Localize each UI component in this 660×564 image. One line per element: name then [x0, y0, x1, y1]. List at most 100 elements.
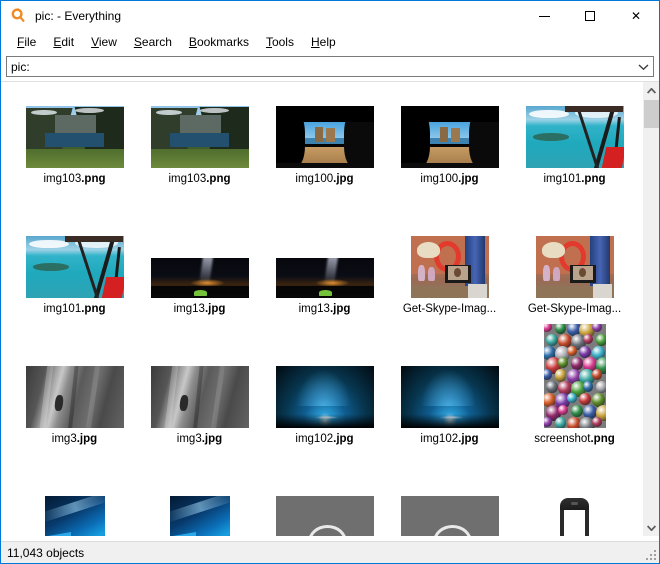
thumbnail[interactable]	[45, 496, 105, 536]
thumbnail-box	[262, 212, 387, 298]
thumbnail[interactable]	[401, 366, 499, 428]
thumbnail-box	[262, 342, 387, 428]
search-input-value: pic:	[7, 60, 633, 74]
file-item[interactable]	[12, 472, 137, 536]
thumbnail-image	[151, 366, 249, 428]
menu-item-bookmarks[interactable]: Bookmarks	[181, 33, 258, 51]
thumbnail-box	[512, 82, 637, 168]
thumbnail-box	[137, 82, 262, 168]
thumbnail-image	[26, 366, 124, 428]
file-item[interactable]	[387, 472, 512, 536]
menu-item-view[interactable]: View	[83, 33, 126, 51]
thumbnail-box	[137, 342, 262, 428]
thumbnail-box	[387, 342, 512, 428]
file-item[interactable]: img101.png	[512, 82, 637, 187]
thumbnail[interactable]	[151, 258, 249, 298]
file-item[interactable]: img103.png	[137, 82, 262, 187]
thumbnail[interactable]	[411, 236, 489, 298]
close-icon: ✕	[631, 10, 641, 22]
file-item[interactable]: img101.png	[12, 212, 137, 317]
menu-item-edit[interactable]: Edit	[45, 33, 83, 51]
search-input[interactable]: pic:	[6, 56, 654, 77]
file-item[interactable]: img103.png	[12, 82, 137, 187]
thumbnail-row	[1, 472, 642, 536]
file-item[interactable]: img13.jpg	[137, 212, 262, 317]
thumbnail[interactable]	[536, 236, 614, 298]
thumbnail[interactable]	[401, 106, 499, 168]
thumbnail[interactable]	[26, 106, 124, 168]
thumbnail[interactable]	[549, 496, 601, 536]
thumbnail[interactable]	[401, 496, 499, 536]
thumbnail[interactable]	[170, 496, 230, 536]
file-name-label: img103.png	[12, 172, 137, 187]
thumbnail[interactable]	[151, 366, 249, 428]
magnifier-icon	[10, 7, 28, 25]
thumbnail-image	[26, 236, 124, 298]
scroll-up-button[interactable]	[643, 82, 659, 99]
thumbnail-image	[411, 236, 489, 298]
file-name-label: img100.jpg	[262, 172, 387, 187]
thumbnail-image	[170, 496, 230, 536]
thumbnail[interactable]	[276, 366, 374, 428]
thumbnail-image	[536, 236, 614, 298]
file-name-label: img13.jpg	[137, 302, 262, 317]
scrollbar-thumb[interactable]	[644, 100, 659, 128]
thumbnail-image	[544, 324, 606, 428]
file-name-label: img3.jpg	[137, 432, 262, 447]
file-item[interactable]: screenshot.png	[512, 342, 637, 447]
thumbnail-box	[512, 342, 637, 428]
thumbnail[interactable]	[26, 236, 124, 298]
file-name-label: Get-Skype-Imag...	[387, 302, 512, 317]
thumbnail[interactable]	[26, 366, 124, 428]
file-item[interactable]: img100.jpg	[387, 82, 512, 187]
file-name-label: img3.jpg	[12, 432, 137, 447]
file-item[interactable]: img13.jpg	[262, 212, 387, 317]
thumbnail-image	[401, 106, 499, 168]
object-count-label: 11,043 objects	[1, 546, 84, 560]
scroll-down-button[interactable]	[643, 519, 659, 536]
file-item[interactable]	[512, 472, 637, 536]
file-name-label: img13.jpg	[262, 302, 387, 317]
file-name-label: screenshot.png	[512, 432, 637, 447]
thumbnail-grid[interactable]: img103.pngimg103.pngimg100.jpgimg100.jpg…	[1, 82, 642, 536]
menu-item-search[interactable]: Search	[126, 33, 181, 51]
file-name-label: img102.jpg	[262, 432, 387, 447]
thumbnail[interactable]	[276, 258, 374, 298]
thumbnail[interactable]	[276, 496, 374, 536]
menu-bar: FileEditViewSearchBookmarksToolsHelp	[1, 31, 659, 53]
thumbnail-image	[151, 106, 249, 168]
thumbnail[interactable]	[544, 324, 606, 428]
thumbnail-box	[387, 212, 512, 298]
thumbnail[interactable]	[151, 106, 249, 168]
file-item[interactable]: img100.jpg	[262, 82, 387, 187]
maximize-button[interactable]	[567, 1, 613, 31]
thumbnail-box	[137, 212, 262, 298]
file-item[interactable]: Get-Skype-Imag...	[512, 212, 637, 317]
file-item[interactable]: Get-Skype-Imag...	[387, 212, 512, 317]
menu-item-file[interactable]: File	[9, 33, 45, 51]
window-title: pic: - Everything	[35, 9, 121, 23]
resize-grip[interactable]	[645, 549, 656, 560]
menu-item-tools[interactable]: Tools	[258, 33, 303, 51]
thumbnail-image	[549, 496, 601, 536]
vertical-scrollbar[interactable]	[642, 82, 659, 536]
thumbnail-image	[276, 496, 374, 536]
close-button[interactable]: ✕	[613, 1, 659, 31]
chevron-down-icon[interactable]	[633, 57, 653, 76]
minimize-icon	[539, 16, 550, 17]
file-item[interactable]	[262, 472, 387, 536]
file-item[interactable]: img3.jpg	[12, 342, 137, 447]
file-item[interactable]: img102.jpg	[262, 342, 387, 447]
thumbnail[interactable]	[526, 106, 624, 168]
minimize-button[interactable]	[521, 1, 567, 31]
file-name-label: img102.jpg	[387, 432, 512, 447]
file-item[interactable]	[137, 472, 262, 536]
thumbnail[interactable]	[276, 106, 374, 168]
thumbnail-box	[262, 82, 387, 168]
file-item[interactable]: img102.jpg	[387, 342, 512, 447]
thumbnail-image	[276, 106, 374, 168]
file-item[interactable]: img3.jpg	[137, 342, 262, 447]
menu-item-help[interactable]: Help	[303, 33, 345, 51]
thumbnail-row: img103.pngimg103.pngimg100.jpgimg100.jpg…	[1, 82, 642, 212]
search-bar: pic:	[1, 53, 659, 81]
